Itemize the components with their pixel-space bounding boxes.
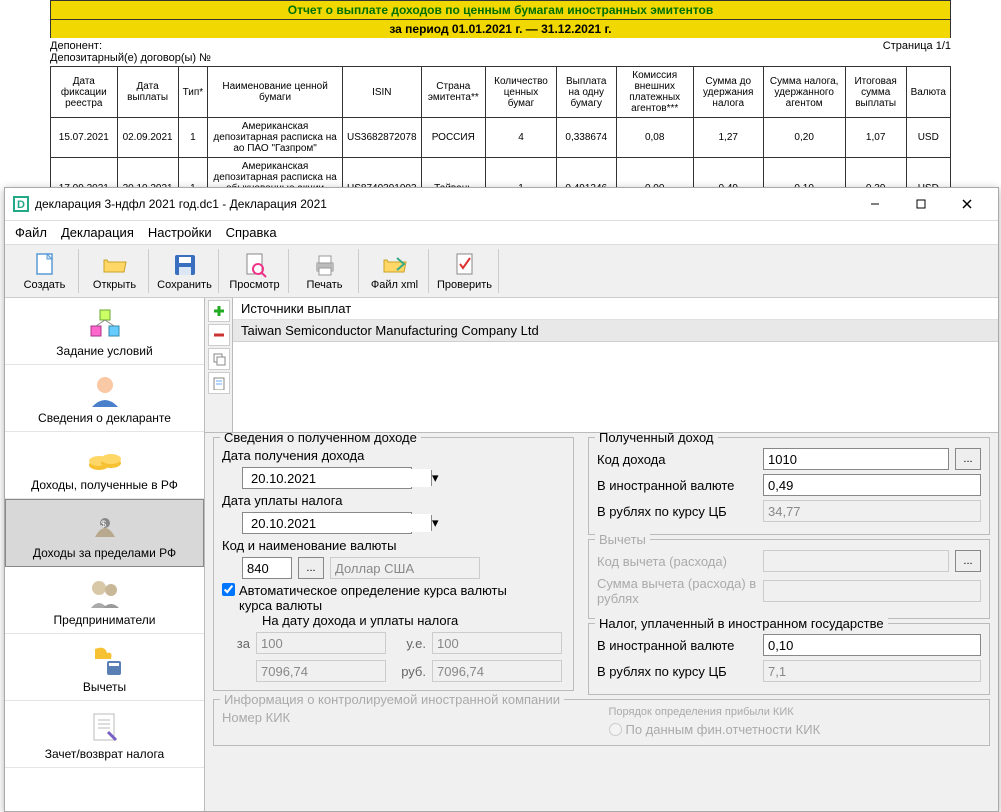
sidebar: Задание условий Сведения о декларанте До…	[5, 298, 205, 811]
col-header: Сумма налога, удержанного агентом	[763, 67, 845, 118]
col-header: Дата фиксации реестра	[51, 67, 118, 118]
sidebar-income-rf[interactable]: Доходы, полученные в РФ	[5, 432, 204, 499]
copy-source-button[interactable]	[208, 348, 230, 370]
title-bar: D декларация 3-ндфл 2021 год.dc1 - Декла…	[5, 188, 998, 221]
currency-name	[330, 557, 480, 579]
col-header: Тип*	[178, 67, 208, 118]
kik-fieldset: Информация о контролируемой иностранной …	[213, 699, 990, 746]
col-header: Итоговая сумма выплаты	[845, 67, 906, 118]
svg-text:$: $	[101, 519, 106, 529]
income-received-fieldset: Полученный доход Код дохода ... В иностр…	[588, 437, 990, 535]
report-title-2: за период 01.01.2021 г. — 31.12.2021 г.	[50, 19, 951, 38]
rate-val-1	[256, 660, 386, 682]
date-received-input[interactable]: ▾	[242, 467, 412, 489]
sources-header: Источники выплат	[233, 298, 998, 320]
tax-rubles	[763, 660, 981, 682]
tax-foreign-input[interactable]	[763, 634, 981, 656]
tool-preview[interactable]: Просмотр	[221, 249, 289, 293]
income-code-input[interactable]	[763, 448, 949, 470]
svg-text:D: D	[17, 199, 25, 211]
sidebar-offset[interactable]: Зачет/возврат налога	[5, 701, 204, 768]
deduction-code	[763, 550, 949, 572]
currency-code-input[interactable]	[242, 557, 292, 579]
deduction-lookup[interactable]: ...	[955, 550, 981, 572]
menu-help[interactable]: Справка	[226, 225, 277, 240]
rate-units-1	[256, 632, 386, 654]
deductions-fieldset: Вычеты Код вычета (расхода) ... Сумма вы…	[588, 539, 990, 619]
sidebar-declarant[interactable]: Сведения о декларанте	[5, 365, 204, 432]
col-header: Сумма до удержания налога	[693, 67, 763, 118]
app-window: D декларация 3-ндфл 2021 год.dc1 - Декла…	[4, 187, 999, 812]
col-header: Комиссия внешних платежных агентов***	[616, 67, 693, 118]
table-row: 15.07.202102.09.20211Американская депози…	[51, 118, 951, 158]
menu-declaration[interactable]: Декларация	[61, 225, 134, 240]
income-info-fieldset: Сведения о полученном доходе Дата получе…	[213, 437, 574, 691]
col-header: Наименование ценной бумаги	[208, 67, 343, 118]
tool-open[interactable]: Открыть	[81, 249, 149, 293]
app-icon: D	[13, 196, 29, 212]
currency-lookup-button[interactable]: ...	[298, 557, 324, 579]
rate-val-2	[432, 660, 562, 682]
dropdown-icon[interactable]: ▾	[431, 470, 439, 486]
report-title-1: Отчет о выплате доходов по ценным бумага…	[50, 0, 951, 19]
source-row[interactable]: Taiwan Semiconductor Manufacturing Compa…	[233, 320, 998, 342]
remove-source-button[interactable]	[208, 324, 230, 346]
sidebar-income-foreign[interactable]: $ Доходы за пределами РФ	[5, 499, 204, 567]
window-title: декларация 3-ндфл 2021 год.dc1 - Деклара…	[35, 197, 852, 211]
dropdown-icon[interactable]: ▾	[431, 515, 439, 531]
tool-check[interactable]: Проверить	[431, 249, 499, 293]
col-header: Выплата на одну бумагу	[556, 67, 616, 118]
tool-save[interactable]: Сохранить	[151, 249, 219, 293]
details-panel: Сведения о полученном доходе Дата получе…	[205, 433, 998, 811]
add-source-button[interactable]	[208, 300, 230, 322]
toolbar: Создать Открыть Сохранить Просмотр Печат…	[5, 245, 998, 298]
income-code-lookup[interactable]: ...	[955, 448, 981, 470]
edit-source-button[interactable]	[208, 372, 230, 394]
sidebar-conditions[interactable]: Задание условий	[5, 298, 204, 365]
deponent-label: Депонент:	[50, 40, 211, 52]
col-header: Количество ценных бумаг	[486, 67, 557, 118]
minimize-button[interactable]	[852, 192, 898, 216]
col-header: Страна эмитента**	[421, 67, 485, 118]
page-label: Страница 1/1	[883, 40, 951, 64]
date-tax-input[interactable]: ▾	[242, 512, 412, 534]
col-header: ISIN	[343, 67, 422, 118]
tool-create[interactable]: Создать	[11, 249, 79, 293]
rate-units-2	[432, 632, 562, 654]
income-foreign-input[interactable]	[763, 474, 981, 496]
auto-rate-checkbox[interactable]	[222, 583, 235, 596]
foreign-tax-fieldset: Налог, уплаченный в иностранном государс…	[588, 623, 990, 695]
tool-xml[interactable]: Файл xml	[361, 249, 429, 293]
close-button[interactable]	[944, 192, 990, 216]
deduction-sum	[763, 580, 981, 602]
kik-radio-1	[609, 723, 622, 736]
menu-settings[interactable]: Настройки	[148, 225, 212, 240]
col-header: Дата выплаты	[117, 67, 178, 118]
sidebar-entrepreneur[interactable]: Предприниматели	[5, 567, 204, 634]
sidebar-deductions[interactable]: Вычеты	[5, 634, 204, 701]
menu-bar: Файл Декларация Настройки Справка	[5, 221, 998, 245]
tool-print[interactable]: Печать	[291, 249, 359, 293]
sources-area: Источники выплат Taiwan Semiconductor Ma…	[205, 298, 998, 433]
col-header: Валюта	[906, 67, 950, 118]
menu-file[interactable]: Файл	[15, 225, 47, 240]
income-rubles	[763, 500, 981, 522]
maximize-button[interactable]	[898, 192, 944, 216]
contract-label: Депозитарный(е) договор(ы) №	[50, 52, 211, 64]
